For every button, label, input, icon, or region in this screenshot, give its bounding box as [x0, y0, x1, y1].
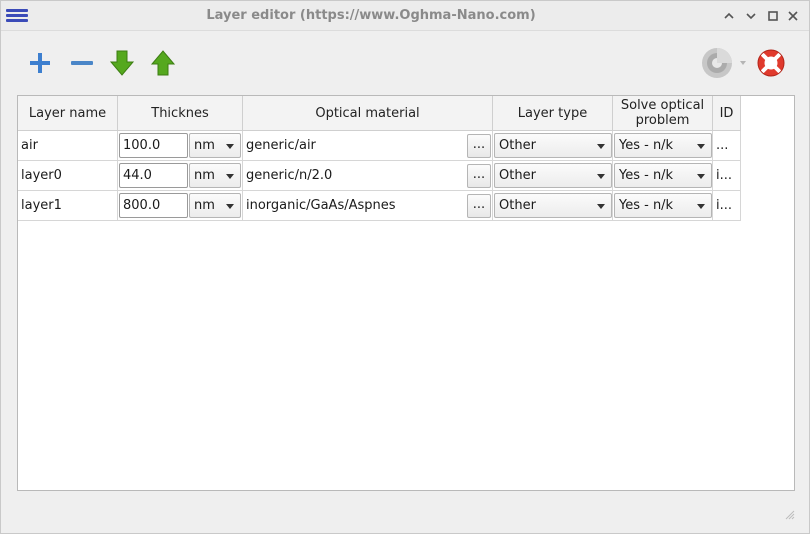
- solve-optical-cell: Yes - n/k: [613, 161, 713, 190]
- material-cell: inorganic/GaAs/Aspnes ...: [243, 191, 493, 220]
- material-value: generic/n/2.0: [246, 168, 333, 183]
- header-layer-type[interactable]: Layer type: [493, 96, 613, 131]
- unit-select[interactable]: nm: [189, 163, 241, 188]
- solve-optical-select[interactable]: Yes - n/k: [614, 193, 712, 218]
- material-value: generic/air: [246, 138, 316, 153]
- id-cell[interactable]: i...: [713, 161, 741, 190]
- thickness-cell: 44.0 nm: [118, 161, 243, 190]
- id-value: ...: [716, 138, 729, 153]
- resize-grip-icon[interactable]: [785, 509, 795, 520]
- chevron-down-icon: [226, 204, 234, 209]
- header-layer-name[interactable]: Layer name: [18, 96, 118, 131]
- material-browse-button[interactable]: ...: [467, 194, 491, 218]
- unit-value: nm: [194, 168, 215, 183]
- add-icon[interactable]: [24, 46, 56, 80]
- unit-value: nm: [194, 198, 215, 213]
- chevron-down-icon: [697, 174, 705, 179]
- header-solve-optical[interactable]: Solve optical problem: [613, 96, 713, 131]
- solve-optical-value: Yes - n/k: [619, 138, 674, 153]
- id-value: i...: [716, 168, 733, 183]
- solve-optical-cell: Yes - n/k: [613, 131, 713, 160]
- id-cell[interactable]: i...: [713, 191, 741, 220]
- material-cell: generic/n/2.0 ...: [243, 161, 493, 190]
- layer-type-value: Other: [499, 198, 536, 213]
- title-bar: Layer editor (https://www.Oghma-Nano.com…: [1, 1, 809, 31]
- layer-name-cell[interactable]: layer0: [18, 161, 118, 190]
- thickness-input[interactable]: 44.0: [119, 163, 188, 188]
- solve-optical-value: Yes - n/k: [619, 168, 674, 183]
- thickness-cell: 800.0 nm: [118, 191, 243, 220]
- render-icon[interactable]: [701, 46, 749, 80]
- move-down-icon[interactable]: [106, 46, 138, 80]
- remove-icon[interactable]: [66, 46, 98, 80]
- layer-type-value: Other: [499, 168, 536, 183]
- thickness-input[interactable]: 800.0: [119, 193, 188, 218]
- table-row: layer0 44.0 nm generic/n/2.0 ... Other Y…: [18, 161, 741, 191]
- chevron-down-icon: [597, 144, 605, 149]
- solve-optical-cell: Yes - n/k: [613, 191, 713, 220]
- chevron-down-icon: [597, 204, 605, 209]
- thickness-input[interactable]: 100.0: [119, 133, 188, 158]
- help-icon[interactable]: [755, 46, 787, 80]
- layer-type-select[interactable]: Other: [494, 163, 612, 188]
- chevron-down-icon: [226, 174, 234, 179]
- unit-select[interactable]: nm: [189, 193, 241, 218]
- maximize-icon[interactable]: [741, 6, 761, 26]
- layer-table: Layer name Thicknes Optical material Lay…: [17, 95, 795, 491]
- layer-name-cell[interactable]: air: [18, 131, 118, 160]
- layer-type-cell: Other: [493, 131, 613, 160]
- layer-name: air: [21, 138, 38, 153]
- minimize-icon[interactable]: [719, 6, 739, 26]
- chevron-down-icon: [597, 174, 605, 179]
- header-id[interactable]: ID: [713, 96, 741, 131]
- chevron-down-icon: [697, 144, 705, 149]
- id-value: i...: [716, 198, 733, 213]
- close-icon[interactable]: [783, 6, 803, 26]
- layer-type-cell: Other: [493, 191, 613, 220]
- unit-select[interactable]: nm: [189, 133, 241, 158]
- material-cell: generic/air ...: [243, 131, 493, 160]
- thickness-cell: 100.0 nm: [118, 131, 243, 160]
- header-thickness[interactable]: Thicknes: [118, 96, 243, 131]
- layer-type-value: Other: [499, 138, 536, 153]
- table-row: layer1 800.0 nm inorganic/GaAs/Aspnes ..…: [18, 191, 741, 221]
- layer-name-cell[interactable]: layer1: [18, 191, 118, 220]
- solve-optical-select[interactable]: Yes - n/k: [614, 163, 712, 188]
- id-cell[interactable]: ...: [713, 131, 741, 160]
- solve-optical-value: Yes - n/k: [619, 198, 674, 213]
- table-row: air 100.0 nm generic/air ... Other Yes -…: [18, 131, 741, 161]
- unit-value: nm: [194, 138, 215, 153]
- toolbar: [1, 32, 809, 94]
- restore-icon[interactable]: [763, 6, 783, 26]
- chevron-down-icon: [697, 204, 705, 209]
- chevron-down-icon: [226, 144, 234, 149]
- material-browse-button[interactable]: ...: [467, 164, 491, 188]
- layer-type-select[interactable]: Other: [494, 133, 612, 158]
- solve-optical-select[interactable]: Yes - n/k: [614, 133, 712, 158]
- window-title: Layer editor (https://www.Oghma-Nano.com…: [206, 8, 536, 23]
- move-up-icon[interactable]: [147, 46, 179, 80]
- material-browse-button[interactable]: ...: [467, 134, 491, 158]
- layer-name: layer0: [21, 168, 62, 183]
- layer-type-select[interactable]: Other: [494, 193, 612, 218]
- header-optical-material[interactable]: Optical material: [243, 96, 493, 131]
- layer-type-cell: Other: [493, 161, 613, 190]
- layer-editor-window: Layer editor (https://www.Oghma-Nano.com…: [0, 0, 810, 534]
- layer-name: layer1: [21, 198, 62, 213]
- material-value: inorganic/GaAs/Aspnes: [246, 198, 396, 213]
